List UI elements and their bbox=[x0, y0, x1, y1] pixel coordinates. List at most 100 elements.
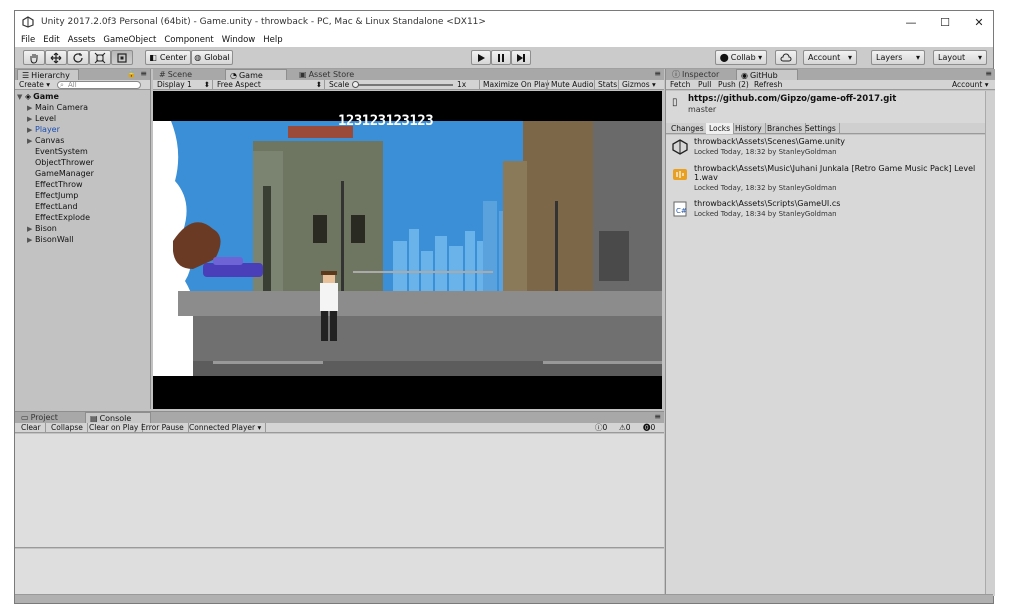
menu-help[interactable]: Help bbox=[263, 35, 282, 45]
display-label: Display 1 bbox=[157, 80, 192, 89]
scale-tool-button[interactable] bbox=[89, 50, 111, 65]
error-count-toggle[interactable]: ⓿0 bbox=[639, 423, 659, 433]
panel-menu-icon[interactable]: ≡ bbox=[140, 69, 147, 78]
rotate-tool-button[interactable] bbox=[67, 50, 89, 65]
tab-settings[interactable]: Settings bbox=[802, 123, 840, 134]
menu-file[interactable]: File bbox=[21, 35, 35, 45]
stats-toggle[interactable]: Stats bbox=[594, 80, 617, 90]
account-label: Account bbox=[808, 53, 841, 62]
aspect-dropdown[interactable]: Free Aspect ⬍ bbox=[217, 80, 325, 90]
tab-project[interactable]: ▭ Project bbox=[17, 412, 83, 423]
grid-icon: # bbox=[159, 70, 166, 79]
rect-tool-button[interactable] bbox=[111, 50, 133, 65]
menu-component[interactable]: Component bbox=[164, 35, 213, 45]
list-item[interactable]: ▶ Main Camera bbox=[27, 102, 88, 113]
list-item[interactable]: ▶ Level bbox=[27, 113, 56, 124]
list-item[interactable]: throwback\Assets\Music\Juhani Junkala [R… bbox=[666, 164, 986, 198]
list-item[interactable]: ▶ Player bbox=[27, 124, 60, 135]
github-scrollbar[interactable] bbox=[985, 91, 995, 596]
scene-root-label: Game bbox=[33, 92, 59, 101]
collapse-button[interactable]: Collapse bbox=[47, 423, 88, 433]
scene-root[interactable]: ▼ ◈ Game bbox=[17, 91, 59, 102]
tab-inspector[interactable]: ⓘ Inspector bbox=[668, 69, 732, 80]
console-log-area[interactable] bbox=[15, 434, 664, 548]
step-icon bbox=[517, 53, 525, 62]
list-item[interactable]: ▶ Bison bbox=[27, 223, 57, 234]
warning-count-toggle[interactable]: ⚠0 bbox=[615, 423, 635, 433]
list-item[interactable]: ▶ BisonWall bbox=[27, 234, 74, 245]
lock-icon[interactable]: 🔒 bbox=[127, 70, 136, 78]
unity-logo-icon bbox=[21, 15, 35, 29]
error-pause-toggle[interactable]: Error Pause bbox=[137, 423, 189, 433]
menu-assets[interactable]: Assets bbox=[68, 35, 96, 45]
tab-branches[interactable]: Branches bbox=[764, 123, 806, 134]
refresh-button[interactable]: Refresh bbox=[754, 80, 782, 90]
layers-dropdown[interactable]: Layers ▾ bbox=[871, 50, 925, 65]
fetch-button[interactable]: Fetch bbox=[670, 80, 690, 90]
display-dropdown[interactable]: Display 1 ⬍ bbox=[157, 80, 213, 90]
panel-menu-icon[interactable]: ≡ bbox=[985, 69, 992, 78]
tab-scene[interactable]: # Scene bbox=[155, 69, 219, 80]
clear-button[interactable]: Clear bbox=[17, 423, 46, 433]
menu-edit[interactable]: Edit bbox=[43, 35, 59, 45]
cloud-button[interactable] bbox=[775, 50, 797, 65]
menu-gameobject[interactable]: GameObject bbox=[103, 35, 156, 45]
game-viewport[interactable]: 123123123123 bbox=[153, 91, 662, 409]
gizmos-dropdown[interactable]: Gizmos ▾ bbox=[618, 80, 656, 90]
console-detail-area[interactable] bbox=[15, 549, 664, 597]
clear-on-play-toggle[interactable]: Clear on Play bbox=[85, 423, 144, 433]
maximize-on-play-toggle[interactable]: Maximize On Play bbox=[479, 80, 550, 90]
account-dropdown[interactable]: Account ▾ bbox=[803, 50, 857, 65]
info-count-toggle[interactable]: ⓘ0 bbox=[591, 423, 611, 433]
tab-asset-store[interactable]: ▣ Asset Store bbox=[295, 69, 375, 80]
play-button[interactable] bbox=[471, 50, 491, 65]
pivot-center-button[interactable]: ◧ Center bbox=[145, 50, 191, 65]
expand-arrow-icon[interactable]: ▼ bbox=[17, 92, 25, 103]
expand-arrow-icon[interactable]: ▶ bbox=[27, 235, 35, 246]
list-item[interactable]: throwback\Assets\Scenes\Game.unity Locke… bbox=[666, 137, 986, 163]
list-item[interactable]: EffectThrow bbox=[27, 179, 83, 190]
list-item[interactable]: C# throwback\Assets\Scripts\GameUI.cs Lo… bbox=[666, 199, 986, 225]
tab-hierarchy[interactable]: ☰ Hierarchy bbox=[17, 69, 79, 80]
collab-button[interactable]: ⬤ Collab ▾ bbox=[715, 50, 767, 65]
layout-dropdown[interactable]: Layout ▾ bbox=[933, 50, 987, 65]
tab-asset-store-label: Asset Store bbox=[308, 70, 355, 79]
move-tool-button[interactable] bbox=[45, 50, 67, 65]
connected-player-dropdown[interactable]: Connected Player ▾ bbox=[185, 423, 267, 433]
list-item[interactable]: EffectJump bbox=[27, 190, 78, 201]
tab-console[interactable]: ▤ Console bbox=[85, 412, 151, 423]
tab-github[interactable]: ◉ GitHub bbox=[736, 69, 798, 80]
list-item[interactable]: EventSystem bbox=[27, 146, 88, 157]
list-item[interactable]: ObjectThrower bbox=[27, 157, 94, 168]
hierarchy-search-input[interactable]: ⌕ All bbox=[57, 81, 141, 89]
menu-window[interactable]: Window bbox=[222, 35, 256, 45]
panel-menu-icon[interactable]: ≡ bbox=[654, 412, 661, 421]
pivot-global-button[interactable]: ◍ Global bbox=[191, 50, 233, 65]
maximize-button[interactable]: ☐ bbox=[929, 11, 961, 33]
tab-history[interactable]: History bbox=[732, 123, 766, 134]
close-button[interactable]: ✕ bbox=[963, 11, 995, 33]
tab-console-label: Console bbox=[99, 413, 132, 423]
minimize-button[interactable]: — bbox=[895, 11, 927, 33]
pull-button[interactable]: Pull bbox=[698, 80, 711, 90]
github-toolbar: Fetch Pull Push (2) Refresh Account ▾ bbox=[666, 80, 995, 90]
create-dropdown[interactable]: Create ▾ bbox=[19, 80, 50, 90]
mute-audio-toggle[interactable]: Mute Audio bbox=[547, 80, 593, 90]
list-item[interactable]: EffectLand bbox=[27, 201, 78, 212]
pause-button[interactable] bbox=[491, 50, 511, 65]
hand-tool-button[interactable] bbox=[23, 50, 45, 65]
list-item[interactable]: ▶ Canvas bbox=[27, 135, 64, 146]
step-button[interactable] bbox=[511, 50, 531, 65]
github-icon: ◉ bbox=[741, 70, 748, 80]
scale-slider[interactable] bbox=[352, 81, 453, 88]
aspect-label: Free Aspect bbox=[217, 80, 261, 89]
scale-slider-thumb[interactable] bbox=[352, 81, 359, 88]
list-item[interactable]: GameManager bbox=[27, 168, 94, 179]
tab-changes[interactable]: Changes bbox=[668, 123, 708, 134]
panel-menu-icon[interactable]: ≡ bbox=[654, 69, 661, 78]
tab-game[interactable]: ◔ Game bbox=[225, 69, 287, 80]
list-item[interactable]: EffectExplode bbox=[27, 212, 90, 223]
tab-locks[interactable]: Locks bbox=[706, 123, 735, 134]
github-account-dropdown[interactable]: Account ▾ bbox=[952, 80, 988, 90]
push-button[interactable]: Push (2) bbox=[718, 80, 749, 90]
